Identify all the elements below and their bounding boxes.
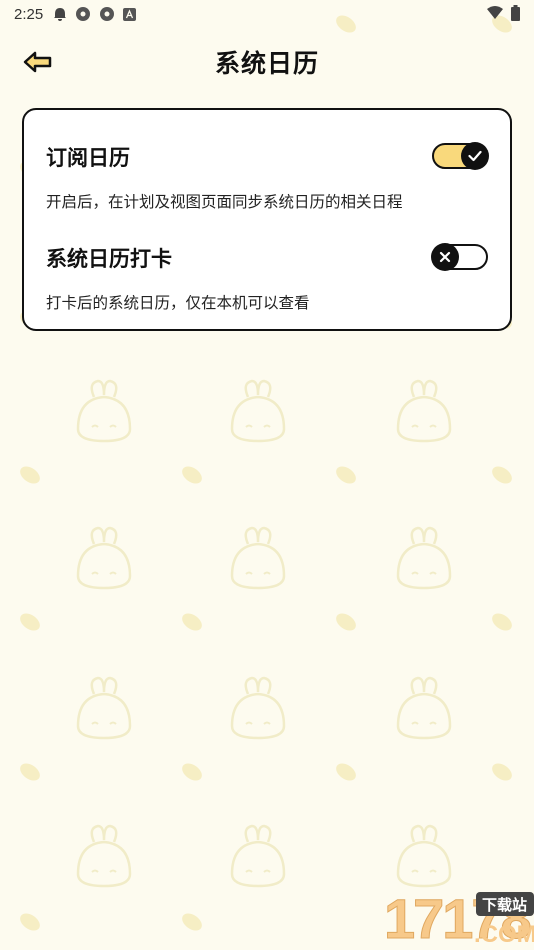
watermark-badge: 下载站 bbox=[482, 896, 527, 914]
status-time: 2:25 bbox=[14, 5, 44, 23]
calendar-checkin-toggle[interactable] bbox=[431, 243, 488, 271]
status-icons bbox=[53, 6, 137, 22]
setting-description: 打卡后的系统日历，仅在本机可以查看 bbox=[46, 294, 310, 312]
setting-calendar-checkin: 系统日历打卡 打卡后的系统日历，仅在本机可以查看 bbox=[46, 243, 488, 313]
setting-description: 开启后，在计划及视图页面同步系统日历的相关日程 bbox=[46, 193, 403, 211]
status-bar: 2:25 bbox=[0, 0, 534, 28]
app-icon bbox=[76, 7, 91, 21]
a-box-icon bbox=[123, 7, 137, 21]
setting-title: 系统日历打卡 bbox=[46, 246, 172, 271]
back-arrow-icon bbox=[23, 51, 52, 73]
setting-subscribe-calendar: 订阅日历 开启后，在计划及视图页面同步系统日历的相关日程 bbox=[46, 142, 489, 212]
notification-bell-icon bbox=[54, 8, 67, 21]
battery-icon bbox=[511, 5, 520, 21]
check-icon bbox=[468, 150, 482, 162]
subscribe-calendar-toggle[interactable] bbox=[432, 142, 489, 170]
setting-title: 订阅日历 bbox=[46, 145, 130, 170]
toggle-knob bbox=[431, 243, 459, 271]
close-icon bbox=[439, 251, 451, 263]
toggle-knob bbox=[461, 142, 489, 170]
header: 系统日历 bbox=[0, 40, 534, 84]
app-icon bbox=[100, 7, 115, 21]
status-right-icons bbox=[487, 5, 520, 21]
page-title: 系统日历 bbox=[214, 49, 319, 78]
wifi-icon bbox=[487, 6, 503, 19]
settings-card: 订阅日历 开启后，在计划及视图页面同步系统日历的相关日程 系统日历打卡 打卡后的… bbox=[22, 108, 512, 331]
site-watermark: 17178 下载站 .COM bbox=[384, 887, 534, 950]
back-button[interactable] bbox=[20, 46, 56, 78]
watermark-domain: .COM bbox=[474, 921, 534, 948]
